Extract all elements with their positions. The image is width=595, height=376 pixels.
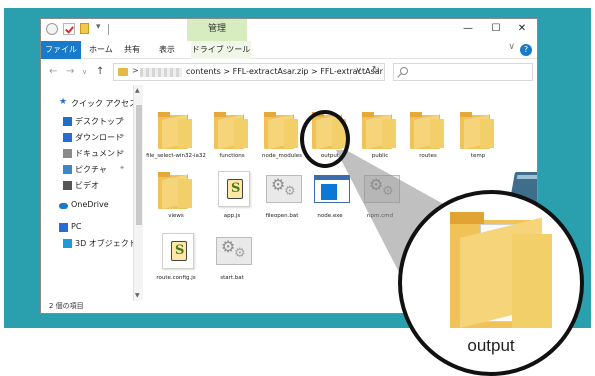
folder-tab — [450, 212, 484, 224]
callout-label: output — [467, 336, 515, 355]
output-folder-icon — [450, 208, 554, 328]
highlight-ring — [300, 110, 350, 168]
zoom-callout: output — [398, 190, 584, 376]
folder-cover — [512, 234, 552, 328]
screenshot-stage: ▾ 管理 — ☐ ✕ ファイル ホーム 共有 表示 ドライブ ツール ∨ ? ←… — [0, 0, 595, 376]
